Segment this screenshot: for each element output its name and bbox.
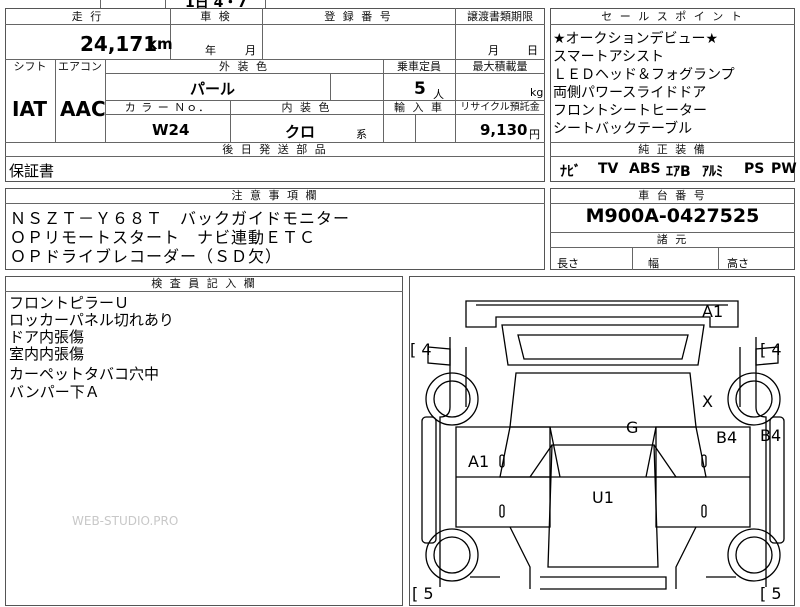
mark-front-bumper: A1 [702, 302, 723, 321]
max-load-unit: kg [530, 86, 544, 99]
recycle-header: リサイクル預託金 [460, 102, 540, 113]
shaken-header: 車 検 [200, 10, 232, 23]
inspector-line-2: ロッカーパネル切れあり [9, 311, 174, 329]
capacity-value: 5 [414, 79, 426, 99]
notes-header: 注 意 事 項 欄 [231, 189, 319, 202]
sales-point-6: シートバックテーブル [553, 121, 693, 137]
equipment-pw: PW [771, 161, 797, 177]
specs-header: 諸 元 [656, 233, 689, 246]
mark-right-step: B4 [760, 426, 781, 445]
sales-point-3: ＬＥＤヘッド＆フォグランプ [553, 67, 735, 83]
shaken-year-label: 年 [205, 44, 216, 57]
inspector-header: 検 査 員 記 入 欄 [151, 277, 257, 290]
shift-header: シフト [13, 60, 47, 73]
equipment-tv: TV [598, 161, 619, 177]
sales-point-2: スマートアシスト [553, 49, 665, 65]
exterior-header: 外 装 色 [219, 60, 269, 73]
mark-left-front: [ 4 [410, 340, 432, 359]
equipment-ps: PS [744, 161, 765, 177]
aircon-header: エアコン [58, 60, 102, 73]
transfer-month-label: 月 [488, 44, 499, 57]
equipment-abs: ABS [629, 161, 661, 177]
sales-point-4: 両側パワースライドドア [553, 85, 707, 101]
specs-height: 高さ [727, 257, 749, 270]
top-strip: 1日 4・7 [5, 0, 545, 8]
equipment-navi: ﾅﾋﾞ [560, 164, 581, 180]
inspector-line-5: カーペットタバコ穴中 [9, 365, 160, 383]
notes-line-3: ＯＰドライブレコーダー（ＳＤ欠） [10, 247, 283, 266]
equipment-airbag: ｴｱB [666, 164, 691, 180]
recycle-unit: 円 [529, 128, 540, 141]
notes-line-2: ＯＰリモートスタート ナビ連動ＥＴＣ [10, 228, 317, 247]
mark-floor: U1 [592, 488, 614, 507]
mark-right-front: [ 4 [760, 340, 782, 359]
capacity-unit: 人 [433, 88, 444, 101]
inspector-line-4: 室内内張傷 [9, 345, 85, 363]
recycle-value: 9,130 [480, 121, 528, 139]
interior-value: クロ [285, 123, 316, 141]
interior-header: 内 装 色 [281, 101, 332, 114]
inspector-line-6: バンパー下Ａ [9, 383, 100, 401]
import-header: 輸 入 車 [394, 101, 444, 114]
sales-point-1: ★オークションデビュー★ [553, 31, 719, 47]
later-parts-value: 保証書 [9, 162, 55, 180]
mark-roof: G [626, 418, 638, 437]
specs-length: 長さ [557, 257, 579, 270]
chassis-header: 車 台 番 号 [638, 189, 707, 202]
mark-right-rear: [ 5 [760, 584, 782, 603]
sales-point-5: フロントシートヒーター [553, 103, 707, 119]
sales-points-header: セ ー ル ス ポ イ ン ト [601, 10, 744, 23]
mileage-unit: km [147, 35, 173, 53]
equipment-header: 純 正 装 備 [638, 143, 707, 156]
shift-value: IAT [12, 97, 48, 121]
registration-header: 登 録 番 号 [324, 10, 393, 23]
color-no-header: カ ラ ー Ｎｏ． [124, 101, 211, 114]
color-no-value: W24 [152, 121, 190, 139]
inspector-line-1: フロントピラーＵ [9, 294, 130, 312]
notes-line-1: ＮＳＺＴ－Ｙ６８Ｔ バックガイドモニター [10, 209, 351, 228]
later-parts-header: 後 日 発 送 部 品 [222, 143, 328, 156]
chassis-value: M900A-0427525 [585, 205, 760, 227]
mileage-value: 24,171 [80, 32, 158, 56]
damage-diagram: A1 [ 4 [ 4 X G B4 B4 A1 U1 [ 5 [ 5 [409, 276, 795, 606]
equipment-alloy: ｱﾙﾐ [702, 164, 723, 180]
mark-right-panel: X [702, 392, 713, 411]
shaken-month-label: 月 [245, 44, 256, 57]
inspector-line-3: ドア内張傷 [9, 328, 85, 346]
interior-suffix: 系 [356, 128, 367, 141]
transfer-day-label: 日 [527, 44, 538, 57]
mileage-header: 走 行 [71, 10, 104, 23]
mark-left-door: A1 [468, 452, 489, 471]
aircon-value: AAC [60, 97, 106, 121]
specs-width: 幅 [648, 257, 659, 270]
exterior-value: パール [190, 80, 236, 98]
max-load-header: 最大積載量 [472, 60, 528, 73]
transfer-header: 譲渡書類期限 [467, 10, 533, 23]
mark-right-door: B4 [716, 428, 737, 447]
watermark: WEB-STUDIO.PRO [72, 514, 179, 528]
capacity-header: 乗車定員 [397, 60, 441, 73]
mark-left-rear: [ 5 [412, 584, 434, 603]
top-strip-text: 1日 4・7 [185, 0, 248, 8]
